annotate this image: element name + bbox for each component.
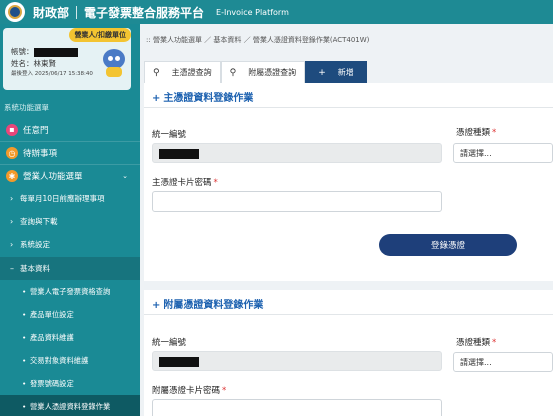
- tab-label: 主憑證查詢: [171, 68, 212, 77]
- account-line: 帳號：: [11, 46, 78, 57]
- register-cert-button[interactable]: 登錄憑證: [379, 234, 517, 256]
- breadcrumb: :: 營業人功能選單 ／ 基本資料 ／ 營業人憑證資料登錄作業(ACT401W): [146, 36, 370, 44]
- sub2-item-label: 產品資料維護: [30, 332, 74, 342]
- ban-redacted: [159, 357, 199, 367]
- cert-type-label: 憑證種類 *: [456, 128, 497, 138]
- cert-type-select[interactable]: 請選擇...: [453, 143, 553, 163]
- header-divider: [76, 5, 78, 19]
- chevron-down-icon: ⌄: [122, 172, 128, 180]
- bullet-icon: •: [22, 402, 27, 411]
- top-header: 財政部 電子發票整合服務平台 E-Invoice Platform: [0, 0, 553, 24]
- sub2-item-cert-registration[interactable]: • 營業人憑證資料登錄作業: [0, 395, 140, 416]
- cert-type-select[interactable]: 請選擇...: [453, 352, 553, 372]
- ban-redacted: [159, 149, 199, 159]
- sub-item-basic-data[interactable]: – 基本資料: [0, 257, 140, 280]
- bullet-icon: •: [22, 356, 27, 365]
- nav-item-anydoor[interactable]: ▪ 任意門: [0, 118, 140, 141]
- platform-title[interactable]: 電子發票整合服務平台: [84, 4, 204, 21]
- sub2-item-product-data[interactable]: • 產品資料維護: [0, 326, 140, 349]
- sub-cert-panel: + 附屬憑證資料登錄作業 統一編號 憑證種類 * 請選擇... 附屬憑證卡片密碼 *: [144, 290, 553, 416]
- plus-icon: +: [152, 93, 161, 104]
- section-title: + 主憑證資料登錄作業: [152, 93, 254, 104]
- plus-icon: +: [318, 67, 326, 78]
- door-icon: ▪: [6, 123, 18, 136]
- tab-label: 附屬憑證查詢: [248, 68, 297, 77]
- user-card: 營業人/扣繳單位 帳號： 姓名：林東賢 最後登入 2025/06/17 15:3…: [3, 28, 131, 90]
- bullet-icon: •: [22, 287, 27, 296]
- cert-type-label: 憑證種類 *: [456, 338, 497, 348]
- sub-item-system-settings[interactable]: › 系統設定: [0, 233, 140, 256]
- menu-header: 系統功能選單: [4, 103, 49, 112]
- pin-input[interactable]: [152, 399, 442, 416]
- nav-item-label: 待辦事項: [23, 149, 58, 159]
- bullet-icon: •: [22, 333, 27, 342]
- divider: [144, 107, 553, 108]
- sub2-item-trading-partner[interactable]: • 交易對象資料維護: [0, 349, 140, 372]
- nav-item-label: 營業人功能選單: [23, 172, 83, 182]
- ban-field: [152, 351, 442, 371]
- sub2-item-label: 營業人憑證資料登錄作業: [30, 401, 111, 411]
- divider: [144, 314, 553, 315]
- sub-item-label: 每單月10日前應辦理事項: [20, 194, 105, 203]
- sub-item-query-download[interactable]: › 查詢與下載: [0, 210, 140, 233]
- ministry-logo-icon[interactable]: [5, 2, 25, 22]
- main-content: :: 營業人功能選單 ／ 基本資料 ／ 營業人憑證資料登錄作業(ACT401W)…: [140, 24, 553, 416]
- mascot-icon: [100, 47, 128, 77]
- account-redacted: [33, 47, 78, 57]
- nav-item-todo[interactable]: ◷ 待辦事項: [0, 141, 140, 164]
- sub-item-label: 系統設定: [20, 240, 50, 249]
- user-name: 林東賢: [33, 59, 57, 68]
- sub2-item-product-unit[interactable]: • 產品單位設定: [0, 303, 140, 326]
- role-badge[interactable]: 營業人/扣繳單位: [69, 28, 131, 42]
- agency-name[interactable]: 財政部: [33, 4, 69, 21]
- sub2-item-label: 營業人電子發票資格查詢: [30, 286, 111, 296]
- sub2-item-label: 發票號碼設定: [30, 378, 74, 388]
- gear-icon: ✱: [6, 170, 18, 182]
- minus-icon: –: [10, 264, 14, 273]
- ban-field: [152, 143, 442, 163]
- account-label: 帳號：: [11, 47, 34, 56]
- platform-title-en: E-Invoice Platform: [216, 7, 289, 17]
- chevron-right-icon: ›: [10, 194, 14, 203]
- tab-add[interactable]: + 新增: [305, 61, 367, 83]
- tab-main-cert-query[interactable]: ⚲ 主憑證查詢: [144, 61, 221, 83]
- main-cert-panel: + 主憑證資料登錄作業 統一編號 憑證種類 * 請選擇... 主憑證卡片密碼 * 登錄…: [144, 83, 553, 281]
- tab-bar: ⚲ 主憑證查詢 ⚲ 附屬憑證查詢 + 新增: [144, 61, 367, 83]
- sidebar: 營業人/扣繳單位 帳號： 姓名：林東賢 最後登入 2025/06/17 15:3…: [0, 24, 140, 416]
- nav-item-business-menu[interactable]: ✱ 營業人功能選單 ⌄: [0, 164, 140, 187]
- sub-item-label: 查詢與下載: [20, 217, 58, 226]
- pin-label: 主憑證卡片密碼 *: [152, 178, 218, 188]
- section-title: + 附屬憑證資料登錄作業: [152, 300, 264, 311]
- bullet-icon: •: [22, 379, 27, 388]
- sub2-item-label: 產品單位設定: [30, 309, 74, 319]
- search-icon: ⚲: [229, 67, 237, 78]
- ban-label: 統一編號: [152, 338, 187, 348]
- pin-input[interactable]: [152, 191, 442, 212]
- last-login: 最後登入 2025/06/17 15:38:40: [11, 71, 93, 77]
- sub-item-monthly[interactable]: › 每單月10日前應辦理事項: [0, 187, 140, 210]
- nav-item-label: 任意門: [23, 125, 49, 136]
- pin-label: 附屬憑證卡片密碼 *: [152, 386, 227, 396]
- sub2-item-eligibility[interactable]: • 營業人電子發票資格查詢: [0, 280, 140, 303]
- chevron-right-icon: ›: [10, 217, 14, 226]
- name-label: 姓名：: [11, 59, 34, 68]
- sub2-item-invoice-number[interactable]: • 發票號碼設定: [0, 372, 140, 395]
- clock-icon: ◷: [6, 147, 18, 159]
- tab-sub-cert-query[interactable]: ⚲ 附屬憑證查詢: [220, 61, 306, 83]
- name-line: 姓名：林東賢: [11, 58, 56, 69]
- chevron-right-icon: ›: [10, 240, 14, 249]
- search-icon: ⚲: [153, 67, 160, 78]
- sub2-item-label: 交易對象資料維護: [30, 355, 89, 365]
- bullet-icon: •: [22, 310, 27, 319]
- ban-label: 統一編號: [152, 130, 187, 140]
- plus-icon: +: [152, 300, 161, 311]
- sub-item-label: 基本資料: [20, 264, 50, 273]
- tab-label: 新增: [337, 68, 354, 77]
